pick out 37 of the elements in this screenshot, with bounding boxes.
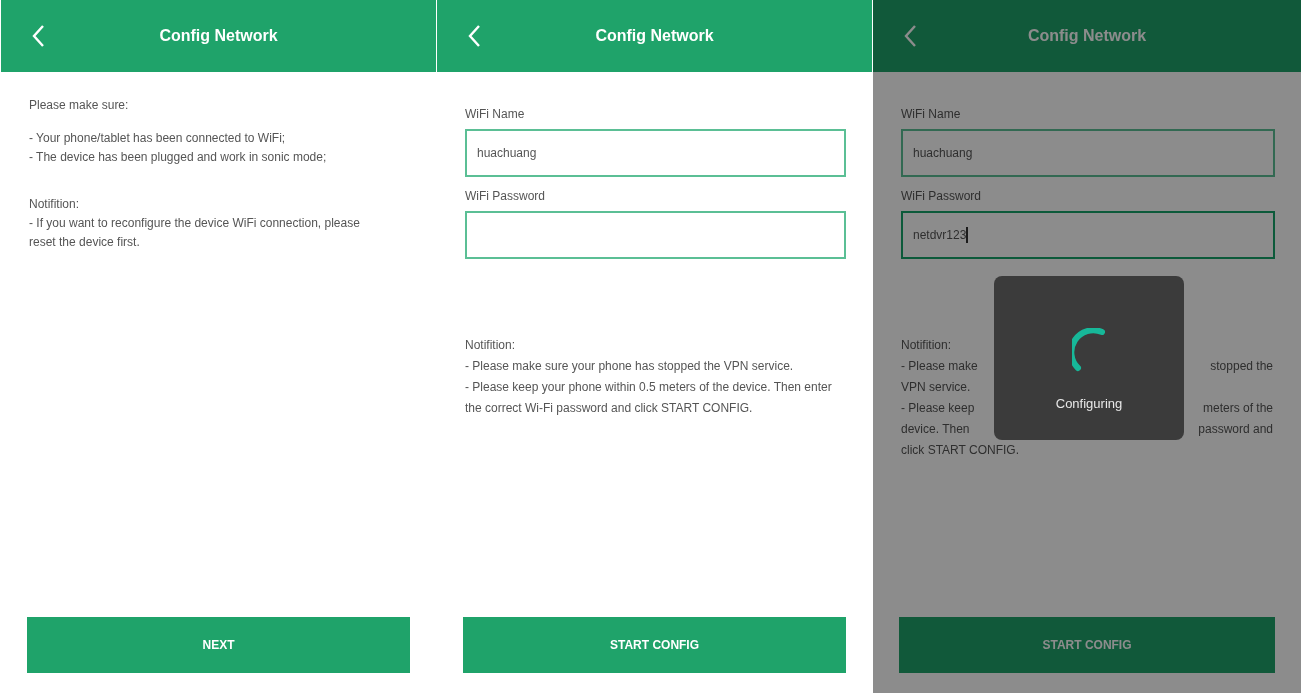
notification-text: - Please make <box>901 358 978 375</box>
intro-text: Please make sure: <box>29 97 130 114</box>
screen-title: Config Network <box>159 27 278 45</box>
screen-title: Config Network <box>595 27 714 45</box>
input-field[interactable]: huachuang <box>465 129 846 177</box>
primary-button[interactable]: START CONFIG <box>463 617 846 673</box>
notification-text: click START CONFIG. <box>901 442 1019 459</box>
field-label: WiFi Password <box>901 189 982 203</box>
notification-text: password and <box>1198 421 1273 438</box>
primary-button[interactable]: START CONFIG <box>899 617 1275 673</box>
screen-title: Config Network <box>1027 27 1147 45</box>
notification-text: - If you want to reconfigure the device WiFi connection, please reset the device first. <box>29 215 361 251</box>
input-field[interactable]: huachuang <box>901 129 1275 177</box>
primary-button[interactable]: NEXT <box>27 617 410 673</box>
back-icon[interactable] <box>903 24 917 48</box>
checklist-item: - Your phone/tablet has been connected to WiFi; <box>29 130 287 147</box>
input-field[interactable] <box>465 211 846 259</box>
notification-text: - Please make sure your phone has stopped the VPN service. <box>465 358 795 375</box>
loading-text: Configuring <box>1055 396 1123 411</box>
spinner-icon <box>1072 328 1106 372</box>
notification-heading: Notifition: <box>29 196 81 213</box>
notification-text: VPN service. <box>901 379 971 396</box>
back-icon[interactable] <box>31 24 45 48</box>
notification-text: - Please keep <box>901 400 975 417</box>
text-cursor <box>966 227 969 243</box>
notification-text: meters of the <box>1202 400 1273 417</box>
notification-text: - Please keep your phone within 0.5 meters of the device. Then enter the correct Wi-Fi password and click START CONFIG. <box>465 379 833 417</box>
back-icon[interactable] <box>467 24 481 48</box>
notification-heading: Notifition: <box>465 337 517 354</box>
input-field[interactable]: netdvr123 <box>901 211 1275 259</box>
notification-heading: Notifition: <box>901 337 953 354</box>
field-label: WiFi Name <box>901 107 962 121</box>
notification-text: stopped the <box>1210 358 1273 375</box>
field-label: WiFi Password <box>465 189 546 203</box>
checklist-item: - The device has been plugged and work in sonic mode; <box>29 149 328 166</box>
field-label: WiFi Name <box>465 107 526 121</box>
notification-text: device. Then <box>901 421 970 438</box>
